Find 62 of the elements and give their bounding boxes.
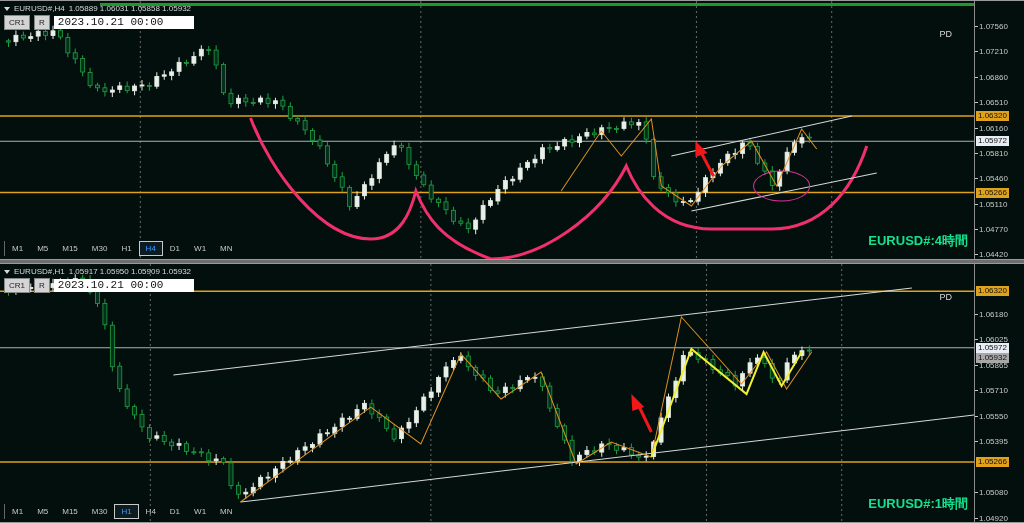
price-tick: 1.04420 xyxy=(979,249,1008,259)
price-tag: 1.05972 xyxy=(976,136,1009,147)
chart-label: EURUSD#:4時間 xyxy=(868,232,968,250)
timeframe-tab[interactable]: M15 xyxy=(55,241,85,256)
price-tick: 1.06180 xyxy=(979,309,1008,319)
price-tick: 1.07560 xyxy=(979,21,1008,31)
price-tag: 1.05932 xyxy=(976,352,1009,363)
arrow-icon xyxy=(631,394,653,433)
price-tag: 1.06320 xyxy=(976,111,1009,122)
timeframe-tab[interactable]: D1 xyxy=(162,241,188,256)
timeframe-tab[interactable]: H1 xyxy=(114,241,139,256)
price-tag: 1.05266 xyxy=(976,456,1009,467)
price-tick: 1.07210 xyxy=(979,46,1008,56)
price-tick: 1.05460 xyxy=(979,173,1008,183)
timeframe-tab[interactable]: MN xyxy=(213,504,240,519)
timeframe-tab[interactable]: M30 xyxy=(84,504,115,519)
ohlc-values: 1.05889 1.06031 1.05858 1.05932 xyxy=(68,4,192,13)
price-tick: 1.06160 xyxy=(979,123,1008,133)
price-tag: 1.05266 xyxy=(976,187,1009,198)
symbol-title: EURUSD#,H4 xyxy=(14,4,65,13)
price-tick: 1.05110 xyxy=(979,199,1008,209)
caret-icon[interactable] xyxy=(4,269,10,274)
price-tick: 1.05395 xyxy=(979,436,1008,446)
price-tag: 1.05972 xyxy=(976,342,1009,353)
timeframe-tab[interactable]: M30 xyxy=(84,241,115,256)
price-tick: 1.05810 xyxy=(979,148,1008,158)
price-tick: 1.05080 xyxy=(979,487,1008,497)
timeframe-tab[interactable]: M15 xyxy=(55,504,85,519)
toolbar-button[interactable]: R xyxy=(34,278,50,293)
caret-icon[interactable] xyxy=(4,6,10,11)
timeframe-tab[interactable]: D1 xyxy=(162,504,188,519)
timeframe-tab[interactable]: W1 xyxy=(187,504,214,519)
timeframe-tab[interactable]: H4 xyxy=(138,504,163,519)
price-tick: 1.06025 xyxy=(979,334,1008,344)
toolbar-button[interactable]: CR1 xyxy=(4,15,30,30)
price-tick: 1.05550 xyxy=(979,411,1008,421)
price-tick: 1.06860 xyxy=(979,72,1008,82)
pd-label: PD xyxy=(939,29,952,39)
price-tick: 1.04770 xyxy=(979,224,1008,234)
timeframe-tab[interactable]: M1 xyxy=(5,241,31,256)
timeframe-tab[interactable]: M5 xyxy=(30,504,56,519)
timeframe-tab[interactable]: MN xyxy=(213,241,240,256)
price-tick: 1.05865 xyxy=(979,360,1008,370)
ohlc-values: 1.05917 1.05950 1.05909 1.05932 xyxy=(68,267,192,276)
chart-label: EURUSD#:1時間 xyxy=(868,495,968,513)
price-tick: 1.05710 xyxy=(979,385,1008,395)
timeframe-tab[interactable]: H4 xyxy=(138,241,163,256)
highlight-ellipse xyxy=(753,170,811,202)
toolbar-button[interactable]: R xyxy=(34,15,50,30)
arrow-icon xyxy=(695,141,715,177)
timeframe-tab[interactable]: M5 xyxy=(30,241,56,256)
symbol-title: EURUSD#,H1 xyxy=(14,267,65,276)
price-tag: 1.06320 xyxy=(976,286,1009,297)
price-tick: 1.04920 xyxy=(979,513,1008,523)
pd-label: PD xyxy=(939,292,952,302)
timeframe-tab[interactable]: H1 xyxy=(114,504,139,519)
timeframe-tab[interactable]: W1 xyxy=(187,241,214,256)
timeframe-tab[interactable]: M1 xyxy=(5,504,31,519)
date-field[interactable]: 2023.10.21 00:00 xyxy=(53,16,194,29)
date-field[interactable]: 2023.10.21 00:00 xyxy=(53,279,194,292)
toolbar-button[interactable]: CR1 xyxy=(4,278,30,293)
price-tick: 1.06510 xyxy=(979,97,1008,107)
